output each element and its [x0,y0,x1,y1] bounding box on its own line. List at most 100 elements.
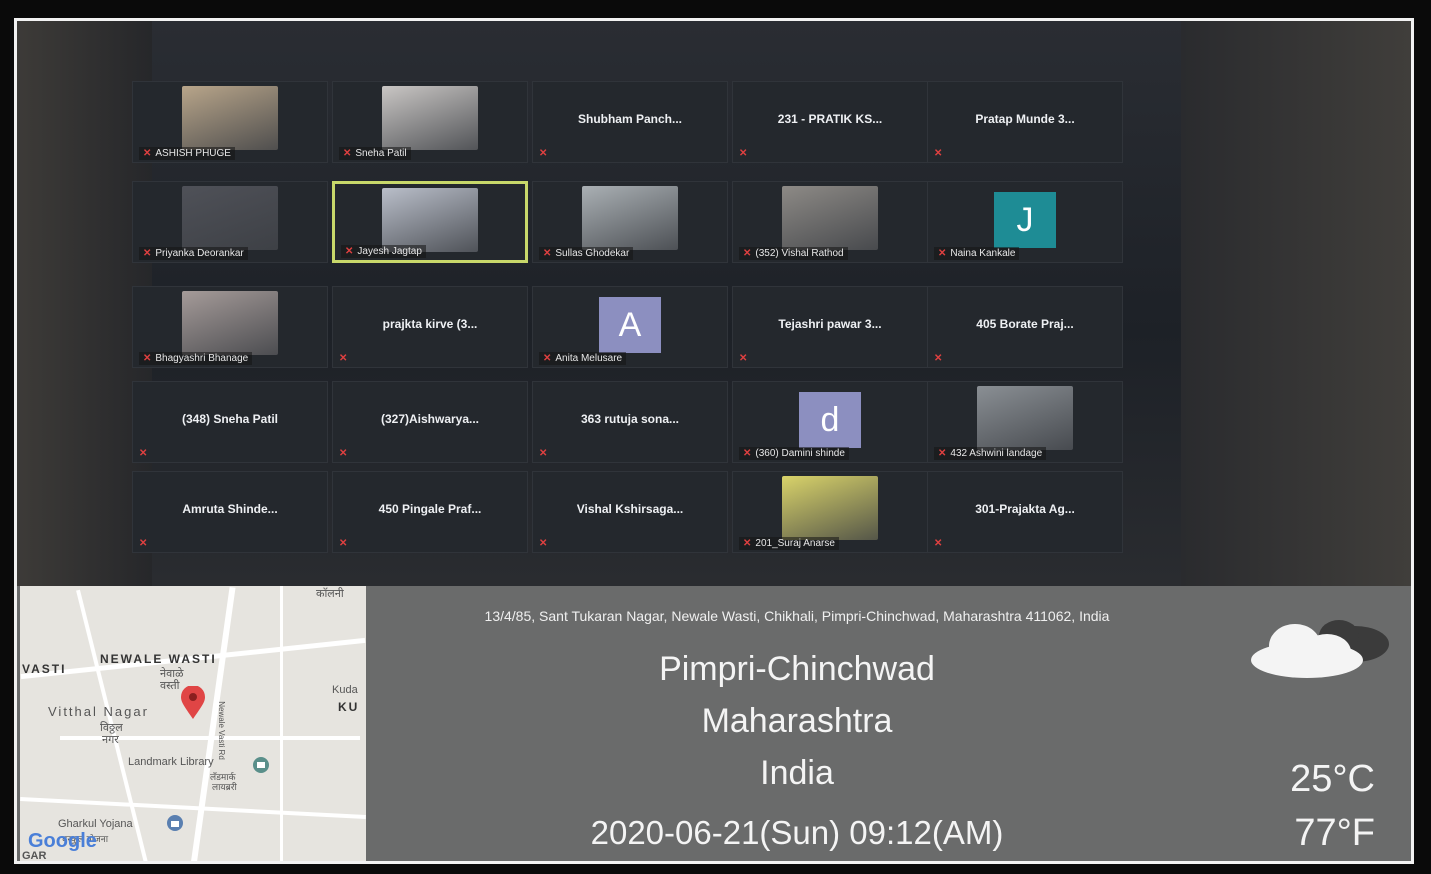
participant-avatar: d [799,392,861,448]
participant-tile[interactable]: ✕ Jayesh Jagtap [332,181,528,263]
participant-name: ASHISH PHUGE [155,148,231,159]
participant-name: 405 Borate Praj... [976,317,1074,331]
map-label: Vitthal Nagar [48,704,149,719]
map-label: Gharkul Yojana [58,818,133,830]
map-label: Newale Vasti Rd [216,701,226,760]
participant-tile[interactable]: ✕ ASHISH PHUGE [132,81,328,163]
participant-tile[interactable]: d ✕ (360) Damini shinde [732,381,928,463]
muted-mic-icon: ✕ [139,538,148,549]
participant-name: 363 rutuja sona... [580,412,680,426]
participant-tile[interactable]: J ✕ Naina Kankale [927,181,1123,263]
map-label: कॉलनी [316,588,344,600]
participant-name: 231 - PRATIK KS... [777,112,883,126]
muted-mic-icon: ✕ [139,448,148,459]
participant-name: Vishal Kshirsaga... [576,502,684,516]
participant-tile[interactable]: (327)Aishwarya... ✕ [332,381,528,463]
map-road [280,586,283,861]
map-label: Landmark Library [128,756,214,768]
participant-name-tag: ✕ ASHISH PHUGE [139,147,235,160]
muted-mic-icon: ✕ [339,538,348,549]
participant-tile[interactable]: 450 Pingale Praf... ✕ [332,471,528,553]
participant-name-tag: ✕ 432 Ashwini landage [934,447,1047,460]
map-label: वस्ती [160,680,180,692]
participant-tile[interactable]: ✕ Sneha Patil [332,81,528,163]
participant-tile[interactable]: Pratap Munde 3... ✕ [927,81,1123,163]
participant-tile[interactable]: (348) Sneha Patil ✕ [132,381,328,463]
participant-video [182,186,278,250]
participant-tile[interactable]: ✕ Bhagyashri Bhanage [132,286,328,368]
participant-avatar: J [994,192,1056,248]
city-text: Pimpri-Chinchwad [659,650,935,688]
participant-name: Naina Kankale [950,248,1016,259]
participant-tile[interactable]: Amruta Shinde... ✕ [132,471,328,553]
location-map: कॉलनी NEWALE WASTI नेवाळे वस्ती VASTI Vi… [20,586,366,861]
participant-name: Shubham Panch... [577,112,682,126]
participant-tile[interactable]: Tejashri pawar 3... ✕ [732,286,928,368]
participant-name-tag: ✕ Sneha Patil [339,147,411,160]
participant-tile[interactable]: A ✕ Anita Melusare [532,286,728,368]
participant-tile[interactable]: prajkta kirve (3... ✕ [332,286,528,368]
muted-mic-icon: ✕ [539,538,548,549]
participant-tile[interactable]: 363 rutuja sona... ✕ [532,381,728,463]
partly-cloudy-icon [1251,620,1389,678]
map-label: NEWALE WASTI [100,652,217,666]
participant-name-tag: ✕ (352) Vishal Rathod [739,247,848,260]
photo-frame: ✕ ASHISH PHUGE ✕ Sneha Patil Shubham Panch..… [14,18,1414,864]
participant-video [582,186,678,250]
muted-mic-icon: ✕ [934,538,943,549]
participant-video [782,186,878,250]
participant-name-tag: ✕ Jayesh Jagtap [341,245,426,258]
participant-tile[interactable]: ✕ 432 Ashwini landage [927,381,1123,463]
participant-name: Bhagyashri Bhanage [155,353,249,364]
participant-tile[interactable]: 301-Prajakta Ag... ✕ [927,471,1123,553]
housing-pin-icon [167,815,183,831]
muted-mic-icon: ✕ [739,353,748,364]
participant-name: Sullas Ghodekar [555,248,630,259]
participant-name-tag: ✕ 201_Suraj Anarse [739,537,839,550]
participant-name: (327)Aishwarya... [380,412,480,426]
muted-mic-icon: ✕ [539,448,548,459]
participant-name-tag: ✕ Bhagyashri Bhanage [139,352,253,365]
participant-tile[interactable]: 231 - PRATIK KS... ✕ [732,81,928,163]
geotag-panel: कॉलनी NEWALE WASTI नेवाळे वस्ती VASTI Vi… [17,586,1411,861]
map-road [20,796,366,820]
participant-video [977,386,1073,450]
muted-mic-icon: ✕ [938,448,947,459]
participant-name: 450 Pingale Praf... [378,502,482,516]
participant-name: Tejashri pawar 3... [778,317,882,331]
muted-mic-icon: ✕ [743,448,752,459]
participant-video [382,188,478,252]
participant-tile[interactable]: ✕ 201_Suraj Anarse [732,471,928,553]
map-label: VASTI [22,662,67,676]
muted-mic-icon: ✕ [938,248,947,259]
muted-mic-icon: ✕ [345,246,354,257]
participant-name: prajkta kirve (3... [382,317,478,331]
library-pin-icon [253,757,269,773]
participant-name: Jayesh Jagtap [357,246,422,257]
map-label: KU [338,700,360,714]
muted-mic-icon: ✕ [934,353,943,364]
participant-tile[interactable]: 405 Borate Praj... ✕ [927,286,1123,368]
map-label: Kuda [332,684,358,696]
location-pin-icon [181,686,205,719]
map-road [190,586,236,861]
participant-name-tag: ✕ Sullas Ghodekar [539,247,634,260]
participant-tile[interactable]: ✕ Sullas Ghodekar [532,181,728,263]
participant-video [382,86,478,150]
muted-mic-icon: ✕ [343,148,352,159]
participant-name: (360) Damini shinde [755,448,845,459]
muted-mic-icon: ✕ [743,538,752,549]
participant-name-tag: ✕ Priyanka Deorankar [139,247,248,260]
participant-tile[interactable]: Shubham Panch... ✕ [532,81,728,163]
muted-mic-icon: ✕ [339,353,348,364]
muted-mic-icon: ✕ [739,148,748,159]
participant-grid: ✕ ASHISH PHUGE ✕ Sneha Patil Shubham Panch..… [122,21,1222,561]
participant-name-tag: ✕ (360) Damini shinde [739,447,849,460]
participant-name: 432 Ashwini landage [950,448,1043,459]
participant-tile[interactable]: ✕ Priyanka Deorankar [132,181,328,263]
participant-tile[interactable]: Vishal Kshirsaga... ✕ [532,471,728,553]
muted-mic-icon: ✕ [143,148,152,159]
participant-tile[interactable]: ✕ (352) Vishal Rathod [732,181,928,263]
map-label: नगर [102,734,119,746]
datetime-text: 2020-06-21(Sun) 09:12(AM) [590,814,1004,851]
